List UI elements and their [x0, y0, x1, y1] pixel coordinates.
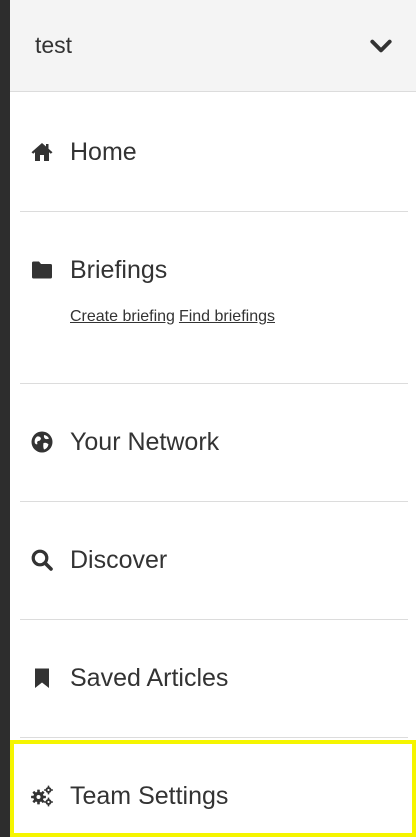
briefings-sub-links: Create briefing Find briefings [70, 308, 275, 326]
team-selector-value: test [35, 32, 73, 58]
nav-item-discover[interactable]: Discover [20, 540, 408, 580]
divider [20, 383, 408, 384]
team-selector-dropdown[interactable]: test [10, 0, 416, 92]
gears-icon [31, 785, 53, 807]
globe-icon [31, 431, 53, 453]
nav-item-briefings-label: Briefings [70, 255, 168, 284]
divider [20, 501, 408, 502]
nav-item-saved-articles-label: Saved Articles [70, 663, 229, 692]
divider [20, 737, 408, 738]
nav-item-team-settings[interactable]: Team Settings [20, 776, 408, 816]
find-briefings-link[interactable]: Find briefings [179, 308, 275, 326]
nav-item-briefings[interactable]: Briefings [20, 250, 408, 290]
folder-icon [32, 261, 52, 279]
sidebar-panel: test Home Briefings Create briefing Find… [10, 0, 416, 837]
nav-item-your-network-label: Your Network [70, 427, 220, 456]
home-icon [31, 143, 53, 161]
nav-item-home-label: Home [70, 137, 137, 166]
nav-item-discover-label: Discover [70, 545, 168, 574]
nav-item-team-settings-label: Team Settings [70, 781, 229, 810]
nav-item-your-network[interactable]: Your Network [20, 422, 408, 462]
nav-item-home[interactable]: Home [20, 132, 408, 172]
nav-item-saved-articles[interactable]: Saved Articles [20, 658, 408, 698]
create-briefing-link[interactable]: Create briefing [70, 308, 175, 326]
chevron-down-icon [370, 39, 392, 52]
divider [20, 211, 408, 212]
bookmark-icon [35, 668, 49, 688]
divider [20, 619, 408, 620]
search-icon [31, 549, 53, 571]
